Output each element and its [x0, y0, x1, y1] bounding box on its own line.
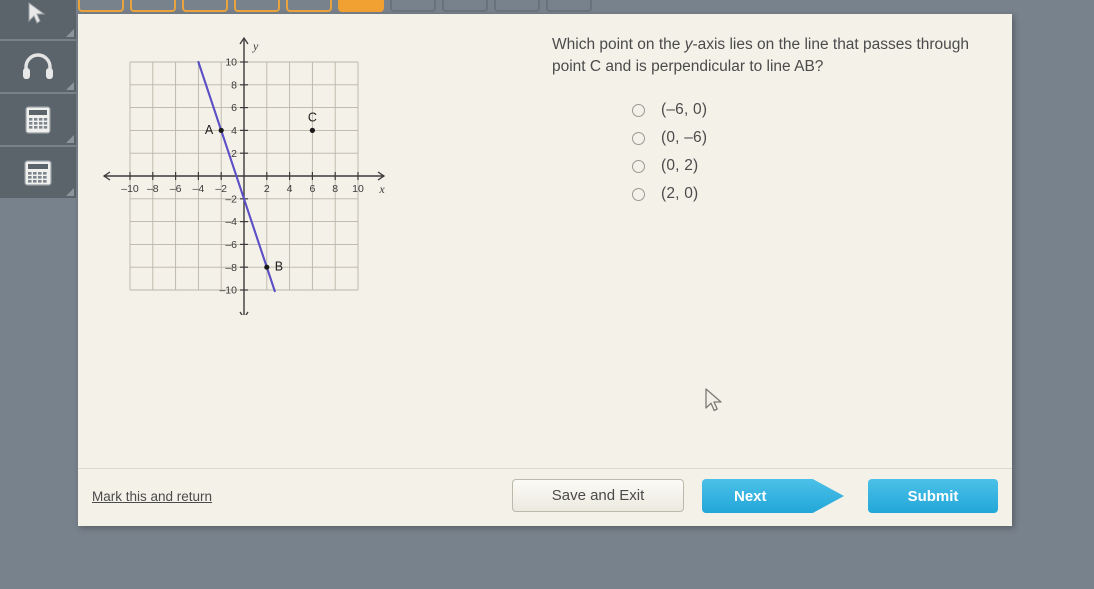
svg-text:10: 10: [225, 57, 237, 69]
svg-text:2: 2: [231, 148, 237, 160]
question-text-part1: Which point on the: [552, 36, 685, 53]
tool-rail-item-scientific-calculator[interactable]: [0, 147, 76, 200]
answer-option-2[interactable]: (0, –6): [552, 124, 982, 152]
answer-option-1[interactable]: (–6, 0): [552, 96, 982, 124]
mouse-pointer-icon: [704, 388, 726, 416]
progress-tab-4[interactable]: [234, 0, 280, 12]
svg-text:C: C: [308, 110, 317, 124]
calculator-icon: [25, 105, 51, 134]
progress-tab-6[interactable]: [338, 0, 384, 12]
progress-tab-10[interactable]: [546, 0, 592, 12]
progress-tab-3[interactable]: [182, 0, 228, 12]
svg-text:10: 10: [352, 183, 364, 195]
svg-text:–4: –4: [193, 183, 205, 195]
radio-button-2[interactable]: [632, 131, 645, 145]
progress-tab-9[interactable]: [494, 0, 540, 12]
progress-tab-2[interactable]: [130, 0, 176, 12]
calculator-icon: [24, 159, 52, 186]
svg-text:–2: –2: [225, 193, 237, 205]
tool-rail-item-listen[interactable]: [0, 41, 76, 94]
x-axis-label: x: [378, 182, 385, 196]
svg-text:–6: –6: [225, 239, 237, 251]
svg-text:–4: –4: [225, 216, 237, 228]
question-text-part2: -axis lies on the line that passes: [692, 36, 913, 53]
answer-option-label-2: (0, –6): [661, 129, 708, 146]
question-card: –10 –8 –6 –4 –2 2 4 6 8 10 10 8 6 4 2 –2 –4 –6 –8 –10 ABC x…: [78, 14, 1012, 526]
svg-text:4: 4: [287, 183, 293, 195]
headphones-icon: [23, 52, 53, 79]
radio-button-3[interactable]: [632, 159, 645, 173]
answer-option-4[interactable]: (2, 0): [552, 180, 982, 208]
next-button[interactable]: Next: [702, 479, 844, 513]
answer-option-3[interactable]: (0, 2): [552, 152, 982, 180]
svg-text:2: 2: [264, 183, 270, 195]
progress-tab-8[interactable]: [442, 0, 488, 12]
svg-text:–10: –10: [121, 183, 139, 195]
answer-option-label-4: (2, 0): [661, 185, 699, 202]
radio-button-4[interactable]: [632, 187, 645, 201]
graph-axes: [102, 36, 386, 315]
svg-text:8: 8: [231, 79, 237, 91]
svg-text:8: 8: [332, 183, 338, 195]
svg-text:–8: –8: [147, 183, 159, 195]
coordinate-graph: –10 –8 –6 –4 –2 2 4 6 8 10 10 8 6 4 2 –2 –4 –6 –8 –10 ABC x…: [96, 30, 416, 315]
progress-tab-1[interactable]: [78, 0, 124, 12]
y-axis-label: y: [252, 39, 259, 53]
save-and-exit-button[interactable]: Save and Exit: [512, 479, 684, 512]
progress-tab-7[interactable]: [390, 0, 436, 12]
radio-button-1[interactable]: [632, 103, 645, 117]
svg-text:A: A: [205, 123, 214, 137]
svg-text:–8: –8: [225, 262, 237, 274]
svg-text:6: 6: [231, 102, 237, 114]
svg-text:6: 6: [309, 183, 315, 195]
mark-this-and-return-link[interactable]: Mark this and return: [92, 489, 212, 504]
pointer-partial-icon: [28, 1, 46, 24]
progress-tab-5[interactable]: [286, 0, 332, 12]
svg-text:4: 4: [231, 125, 237, 137]
svg-text:B: B: [275, 260, 283, 274]
question-area: Which point on the y-axis lies on the li…: [552, 34, 982, 208]
tool-rail-item-calculator[interactable]: [0, 94, 76, 147]
answer-options-list: (–6, 0) (0, –6) (0, 2) (2, 0): [552, 96, 982, 208]
footer-bar: Mark this and return Save and Exit Next …: [78, 468, 1012, 526]
graph-svg: –10 –8 –6 –4 –2 2 4 6 8 10108642–2–4–6–8–10 ABC x…: [102, 36, 386, 315]
answer-option-label-1: (–6, 0): [661, 101, 708, 118]
tool-rail: [0, 0, 76, 200]
question-text: Which point on the y-axis lies on the li…: [552, 34, 982, 78]
tool-rail-item-partial[interactable]: [0, 0, 76, 41]
submit-button[interactable]: Submit: [868, 479, 998, 513]
svg-text:–6: –6: [170, 183, 182, 195]
answer-option-label-3: (0, 2): [661, 157, 699, 174]
svg-text:–10: –10: [219, 285, 237, 297]
progress-tab-strip: [78, 0, 592, 14]
